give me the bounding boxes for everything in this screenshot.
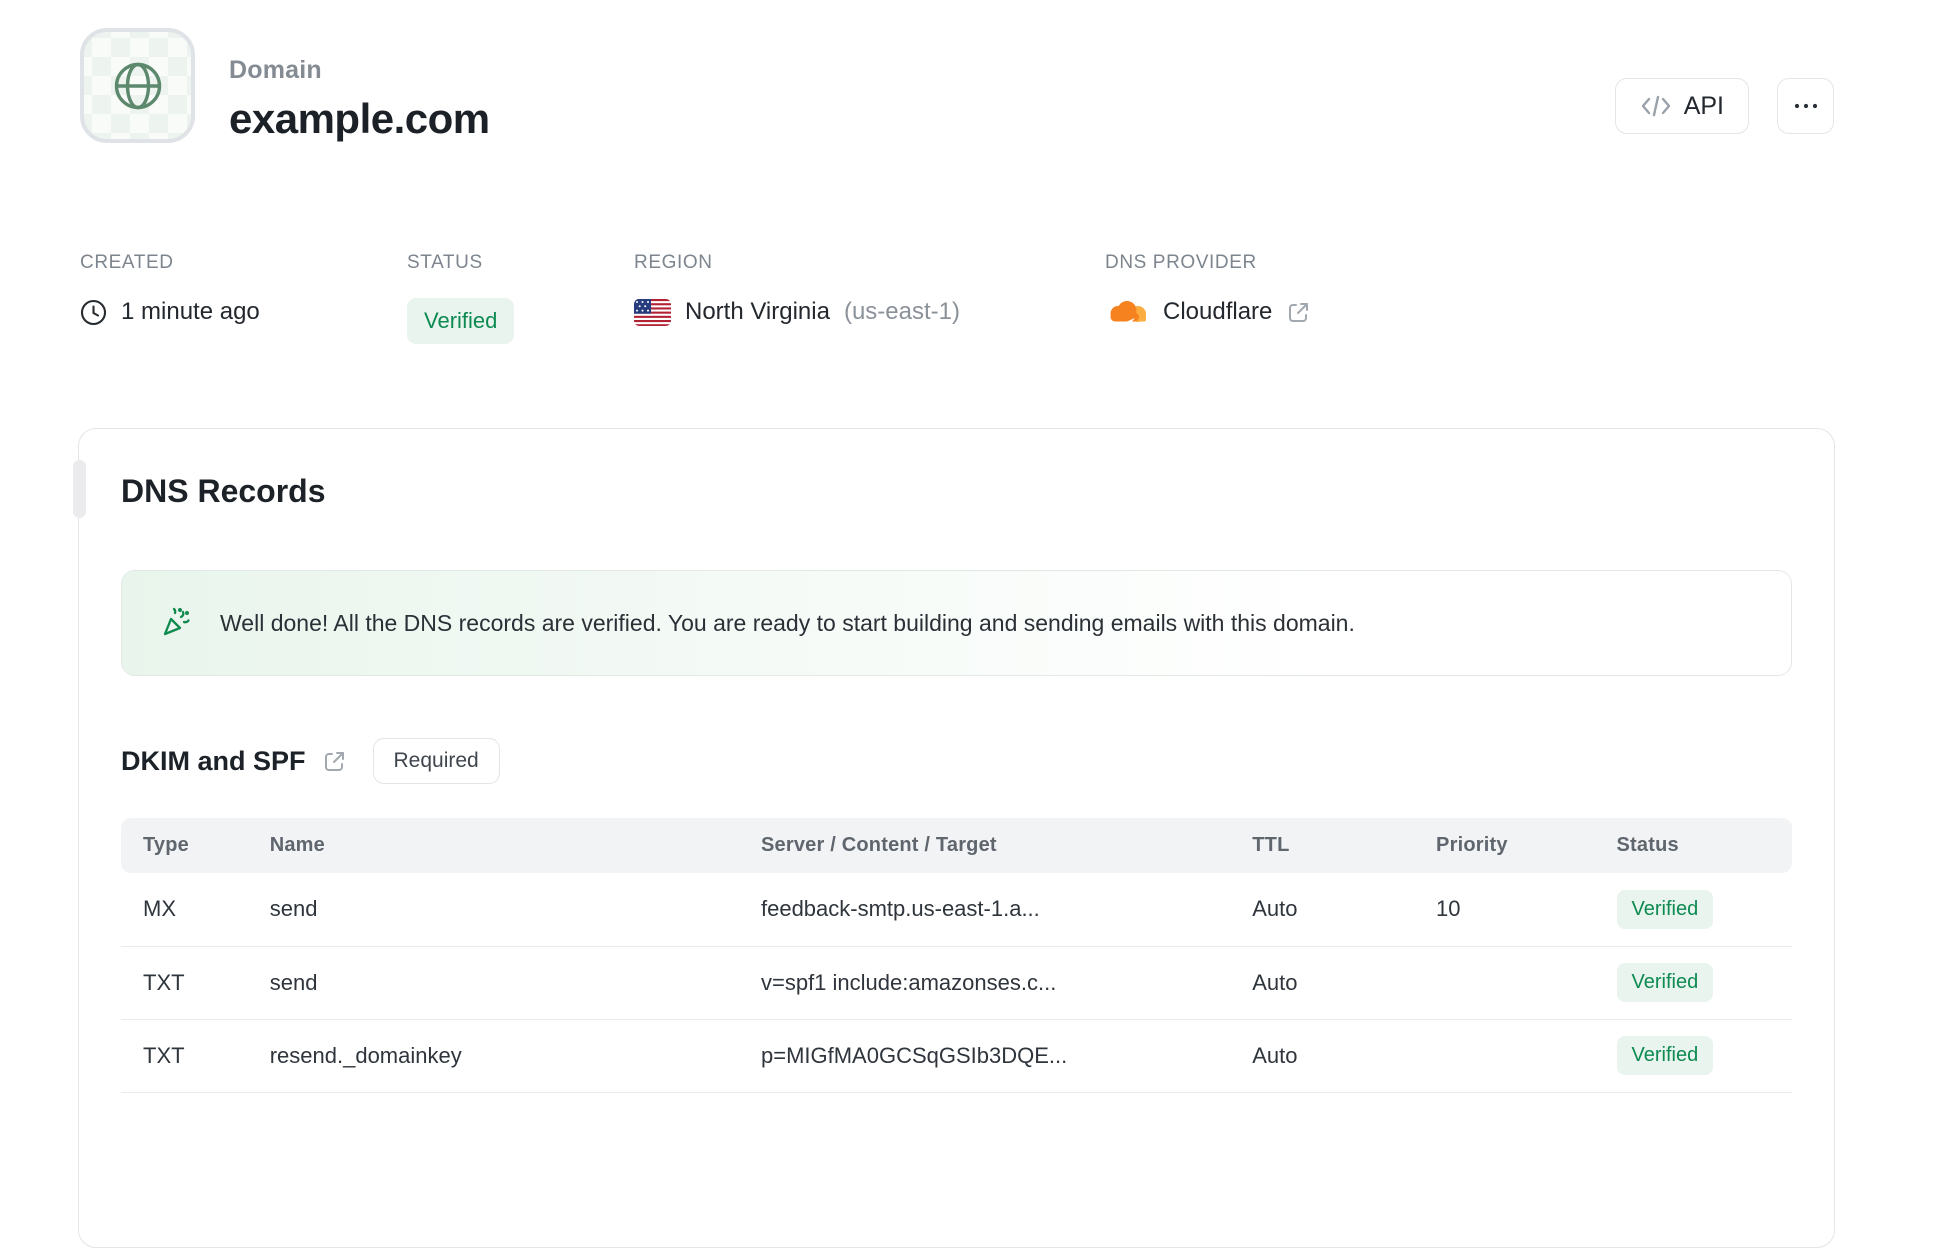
banner-text: Well done! All the DNS records are verif… xyxy=(220,609,1355,636)
entity-label: Domain xyxy=(229,56,322,84)
cell-ttl: Auto xyxy=(1252,946,1437,1020)
api-button[interactable]: API xyxy=(1614,78,1749,134)
cell-status: Verified xyxy=(1616,873,1792,947)
meta-status: STATUS Verified xyxy=(407,252,634,344)
cloudflare-icon xyxy=(1105,300,1149,325)
domain-details-page: Domain example.com API CREATED 1 minute … xyxy=(0,0,1944,1248)
created-label: CREATED xyxy=(80,252,174,273)
column-header-status: Status xyxy=(1616,818,1792,873)
cell-type: TXT xyxy=(121,946,270,1020)
ellipsis-icon xyxy=(1793,102,1819,110)
meta-region: REGION North Virginia (us-east-1) xyxy=(634,252,1105,344)
table-row: MX send feedback-smtp.us-east-1.a... Aut… xyxy=(121,873,1792,947)
external-link-icon xyxy=(1286,300,1311,325)
dns-provider-label: DNS PROVIDER xyxy=(1105,252,1257,273)
meta-dns-provider: DNS PROVIDER Cloudflare xyxy=(1105,252,1311,344)
domain-avatar xyxy=(80,28,195,143)
status-badge: Verified xyxy=(407,298,515,344)
cell-content: v=spf1 include:amazonses.c... xyxy=(760,946,1253,1020)
status-badge: Verified xyxy=(1616,1036,1714,1075)
external-link-icon[interactable] xyxy=(322,749,347,774)
required-badge: Required xyxy=(372,738,500,784)
cell-ttl: Auto xyxy=(1252,1019,1437,1093)
more-options-button[interactable] xyxy=(1777,78,1834,134)
us-flag-icon xyxy=(634,298,671,326)
cell-name: resend._domainkey xyxy=(269,1019,761,1093)
dkim-spf-section-header: DKIM and SPF Required xyxy=(121,738,1792,784)
section-heading: DKIM and SPF xyxy=(121,745,306,776)
dns-provider-link[interactable]: Cloudflare xyxy=(1105,298,1311,326)
cell-content: p=MIGfMA0GCSqGSIb3DQE... xyxy=(760,1019,1253,1093)
region-value: North Virginia xyxy=(685,298,830,325)
clock-icon xyxy=(80,299,107,326)
meta-row: CREATED 1 minute ago STATUS Verified REG… xyxy=(80,252,1834,344)
dns-records-table: Type Name Server / Content / Target TTL … xyxy=(121,818,1792,1093)
created-value: 1 minute ago xyxy=(121,298,260,325)
cell-status: Verified xyxy=(1616,946,1792,1020)
card-heading: DNS Records xyxy=(121,473,326,509)
globe-icon xyxy=(112,60,164,112)
cell-type: TXT xyxy=(121,1019,270,1093)
party-popper-icon xyxy=(158,605,194,641)
dns-provider-value: Cloudflare xyxy=(1163,298,1273,325)
scroll-indicator-pill xyxy=(73,460,86,518)
table-header-row: Type Name Server / Content / Target TTL … xyxy=(121,818,1792,873)
column-header-priority: Priority xyxy=(1436,818,1617,873)
cell-priority: 10 xyxy=(1436,873,1617,947)
cell-type: MX xyxy=(121,873,270,947)
cell-ttl: Auto xyxy=(1252,873,1437,947)
status-badge: Verified xyxy=(1616,889,1714,929)
api-button-label: API xyxy=(1683,91,1724,120)
success-banner: Well done! All the DNS records are verif… xyxy=(121,570,1792,676)
meta-created: CREATED 1 minute ago xyxy=(80,252,407,344)
cell-status: Verified xyxy=(1616,1019,1792,1093)
title-block: Domain example.com xyxy=(229,56,490,143)
status-badge: Verified xyxy=(1616,963,1714,1002)
header-actions: API xyxy=(1614,78,1834,134)
cell-name: send xyxy=(269,946,761,1020)
region-label: REGION xyxy=(634,252,713,273)
dns-records-card: DNS Records Well done! All the DNS recor… xyxy=(78,428,1835,1248)
cell-priority xyxy=(1436,946,1617,1020)
column-header-type: Type xyxy=(121,818,270,873)
page-title: example.com xyxy=(229,95,490,142)
column-header-ttl: TTL xyxy=(1252,818,1437,873)
cell-content: feedback-smtp.us-east-1.a... xyxy=(760,873,1253,947)
page-header: Domain example.com API xyxy=(80,28,1834,143)
cell-name: send xyxy=(269,873,761,947)
column-header-content: Server / Content / Target xyxy=(760,818,1253,873)
column-header-name: Name xyxy=(269,818,761,873)
code-icon xyxy=(1640,94,1672,118)
region-code: (us-east-1) xyxy=(843,298,960,325)
status-label: STATUS xyxy=(407,252,483,273)
table-row: TXT send v=spf1 include:amazonses.c... A… xyxy=(121,946,1792,1020)
cell-priority xyxy=(1436,1019,1617,1093)
table-row: TXT resend._domainkey p=MIGfMA0GCSqGSIb3… xyxy=(121,1019,1792,1093)
